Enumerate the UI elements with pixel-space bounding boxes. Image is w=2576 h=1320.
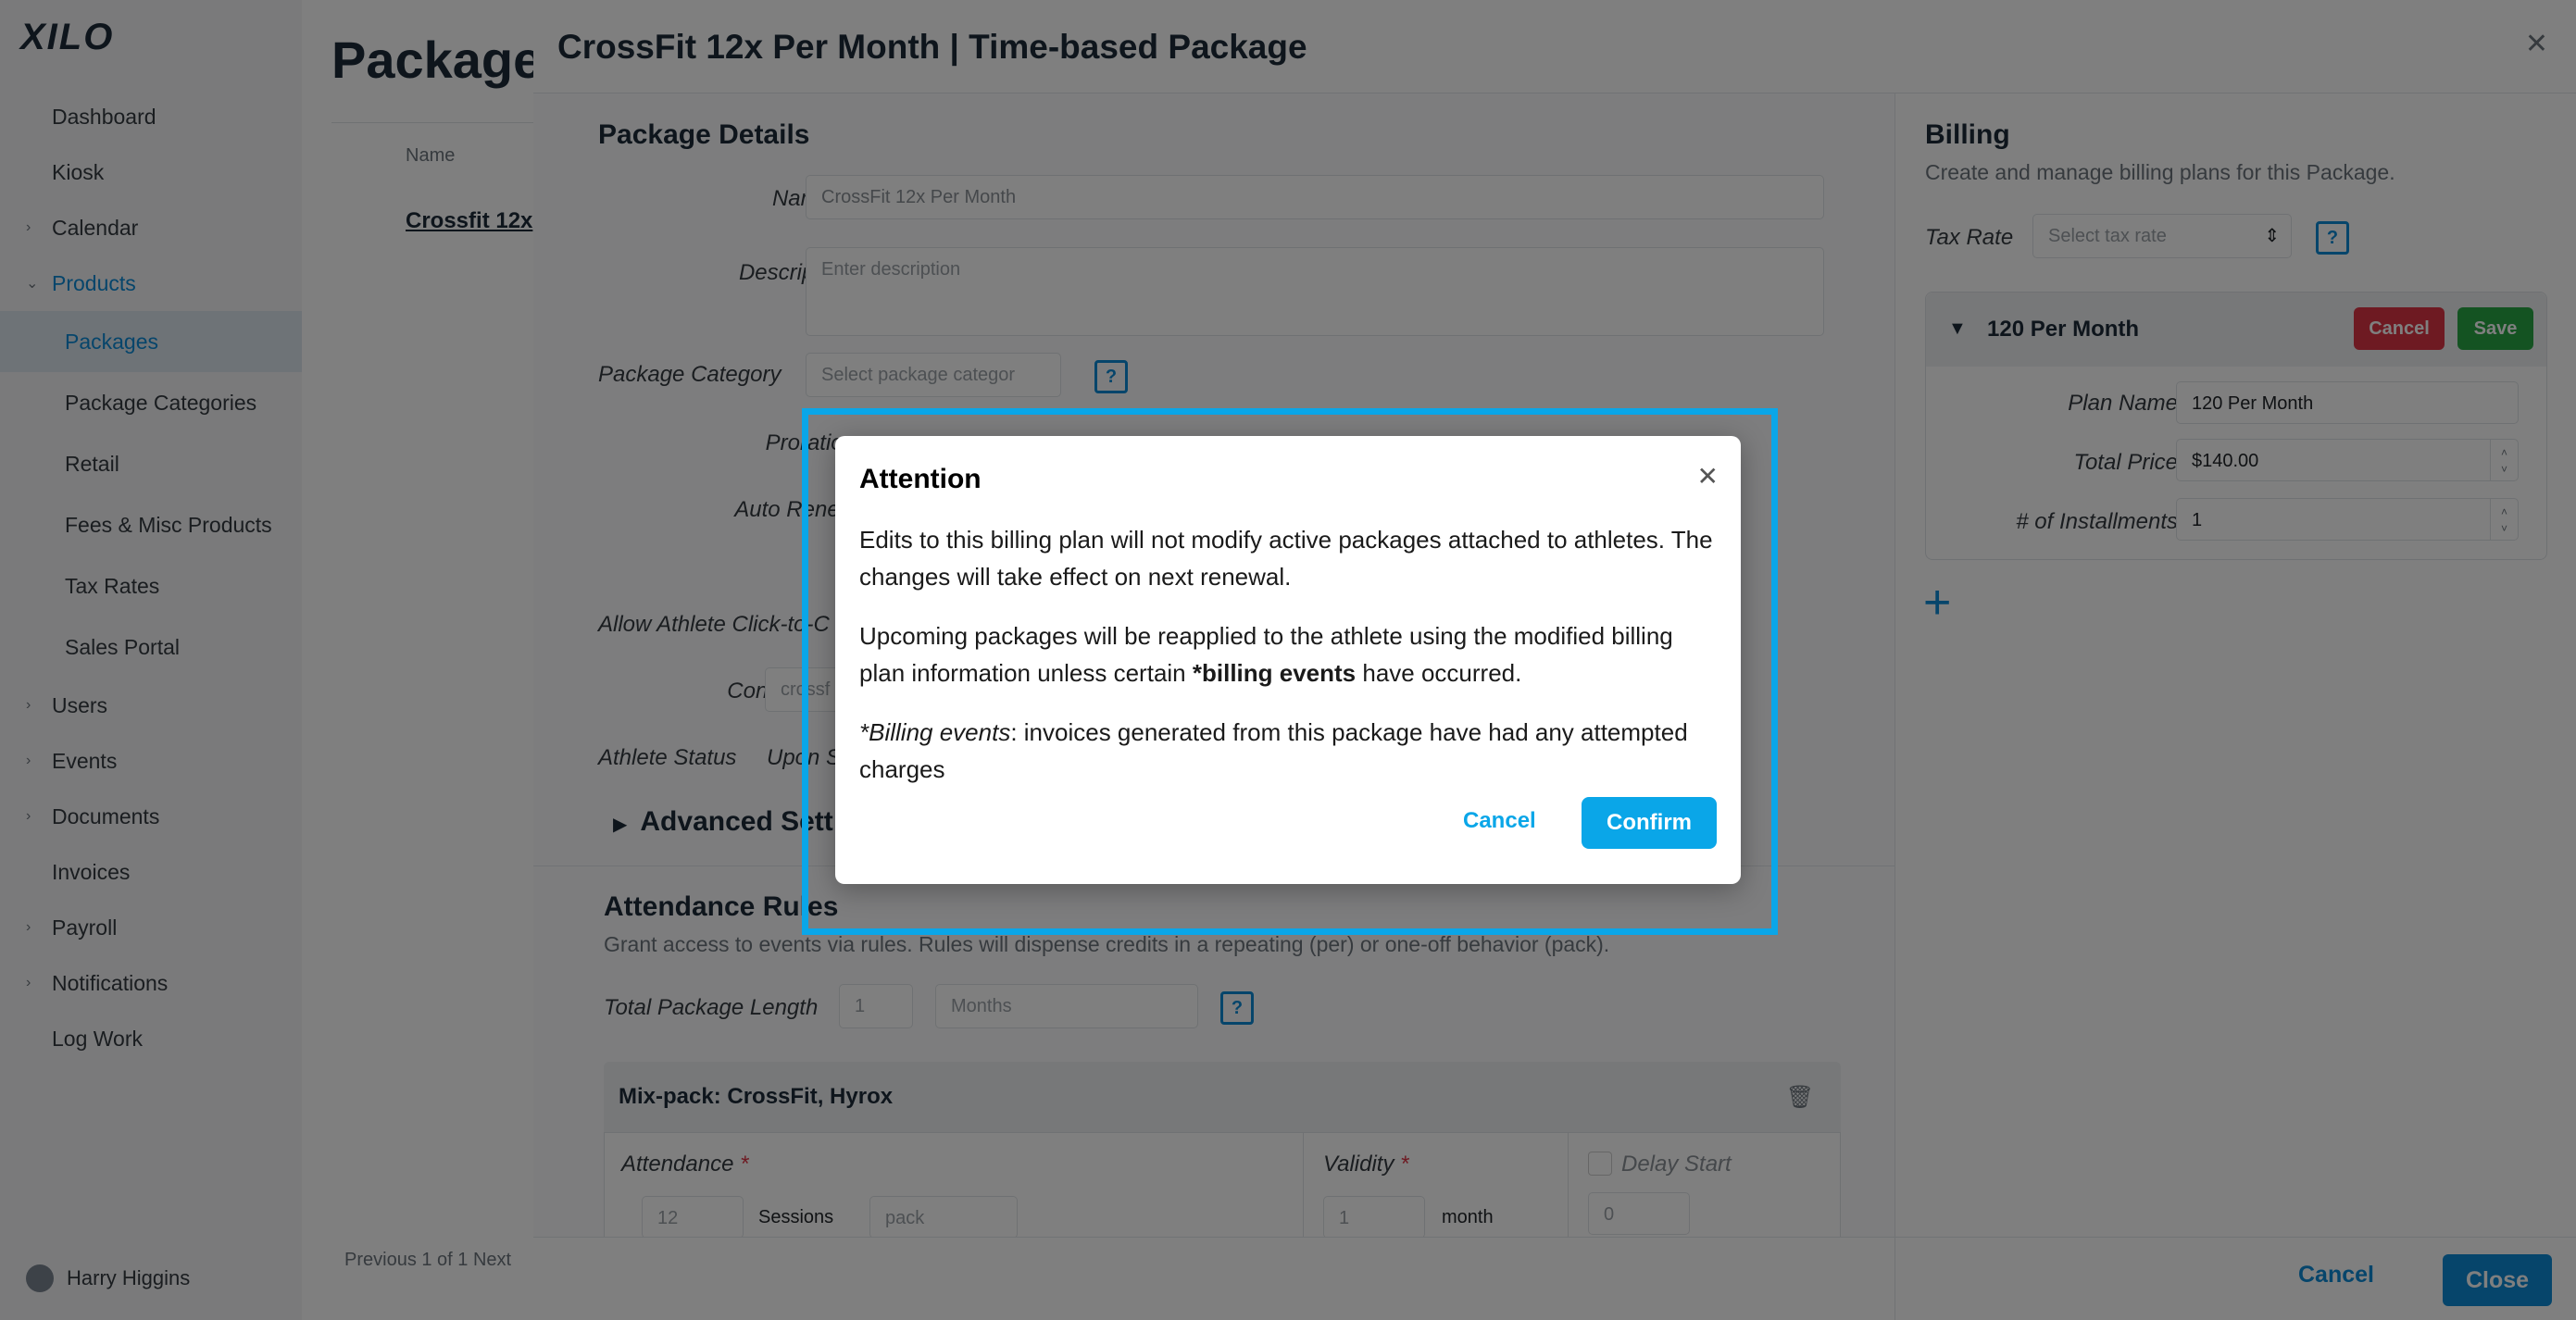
modal-paragraph-1: Edits to this billing plan will not modi… xyxy=(859,526,1713,591)
billing-events-term: *Billing events xyxy=(859,718,1011,746)
attention-modal: Attention ✕ Edits to this billing plan w… xyxy=(835,436,1741,884)
modal-text: have occurred. xyxy=(1356,659,1522,687)
modal-title: Attention xyxy=(859,464,982,494)
modal-paragraph-3: *Billing events: invoices generated from… xyxy=(859,714,1720,788)
modal-cancel-button[interactable]: Cancel xyxy=(1463,808,1536,834)
modal-confirm-button[interactable]: Confirm xyxy=(1582,797,1717,849)
billing-events-emphasis: *billing events xyxy=(1192,659,1357,687)
close-icon[interactable]: ✕ xyxy=(1697,464,1719,490)
modal-paragraph-2: Upcoming packages will be reapplied to t… xyxy=(859,617,1720,691)
